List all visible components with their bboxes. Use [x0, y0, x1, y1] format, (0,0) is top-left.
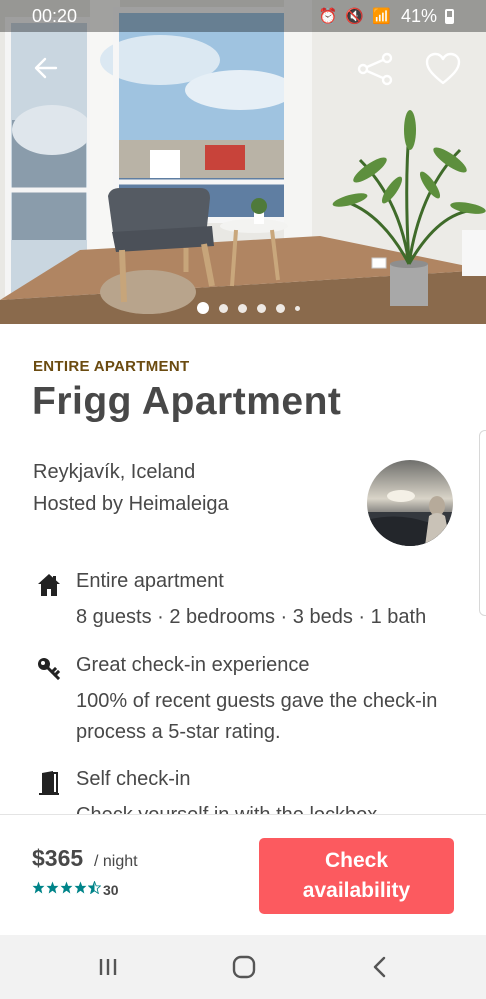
listing-location: Reykjavík, Iceland [33, 461, 196, 483]
status-bar: 00:20 ⏰ 🔇 📶 41% [0, 0, 486, 32]
listing-photo [0, 0, 486, 324]
wifi-icon: 📶 [372, 8, 393, 25]
review-count[interactable]: 30 [103, 882, 119, 898]
system-back-button[interactable] [366, 953, 396, 981]
mute-icon: 🔇 [345, 8, 367, 25]
listing-title: Frigg Apartment [32, 380, 342, 423]
battery-percent: 41% [400, 5, 437, 26]
back-button[interactable] [30, 52, 62, 84]
carousel-dot[interactable] [196, 302, 209, 314]
booking-bar: $365 / night 30 Check availability [0, 814, 486, 935]
house-icon [38, 574, 60, 596]
star-icon [46, 881, 59, 894]
carousel-dot[interactable] [256, 303, 266, 313]
status-icons: ⏰ 🔇 📶 [319, 7, 393, 25]
feature-title: Great check-in experience [76, 654, 310, 676]
listing-photo-carousel[interactable]: 00:20 ⏰ 🔇 📶 41% [0, 0, 486, 324]
door-icon [39, 771, 59, 795]
system-nav-bar [0, 935, 486, 999]
carousel-dot[interactable] [218, 303, 228, 313]
feature-description: 8 guests · 2 bedrooms · 3 beds · 1 bath [76, 606, 427, 628]
home-icon [232, 955, 256, 979]
arrow-left-icon [34, 57, 58, 79]
feature-title: Self check-in [76, 768, 191, 790]
listing-details: ENTIRE APARTMENT Frigg Apartment Reykjav… [0, 324, 486, 814]
host-name: Hosted by Heimaleiga [33, 493, 229, 515]
share-button[interactable] [356, 52, 394, 86]
price-unit: / night [94, 853, 138, 870]
alarm-icon: ⏰ [318, 8, 340, 25]
key-icon [38, 658, 61, 681]
battery-icon [445, 8, 454, 24]
heart-icon [425, 52, 461, 85]
feature-title: Entire apartment [76, 570, 224, 592]
carousel-dots[interactable] [0, 302, 486, 314]
nightly-price: $365 [32, 845, 84, 871]
carousel-dot[interactable] [275, 303, 285, 313]
feature-description: 100% of recent guests gave the check-in … [76, 690, 438, 743]
save-to-wishlist-button[interactable] [424, 52, 462, 86]
side-panel-handle[interactable] [479, 430, 486, 616]
check-availability-button[interactable]: Check availability [259, 838, 454, 914]
host-avatar[interactable] [367, 460, 453, 546]
star-icon [60, 881, 73, 894]
carousel-dot[interactable] [237, 303, 247, 313]
recent-apps-icon [99, 959, 117, 975]
status-time: 00:20 [32, 5, 78, 26]
listing-kind: ENTIRE APARTMENT [33, 358, 190, 375]
carousel-dot[interactable] [294, 305, 300, 311]
home-button[interactable] [229, 953, 259, 981]
chevron-left-icon [373, 956, 386, 978]
rating-stars[interactable] [32, 881, 101, 894]
star-icon [32, 881, 45, 894]
recent-apps-button[interactable] [94, 953, 124, 981]
feature-description: Check yourself in with the lockbox. [76, 800, 466, 814]
star-half-icon [88, 881, 101, 894]
share-icon [357, 52, 393, 86]
star-icon [74, 881, 87, 894]
